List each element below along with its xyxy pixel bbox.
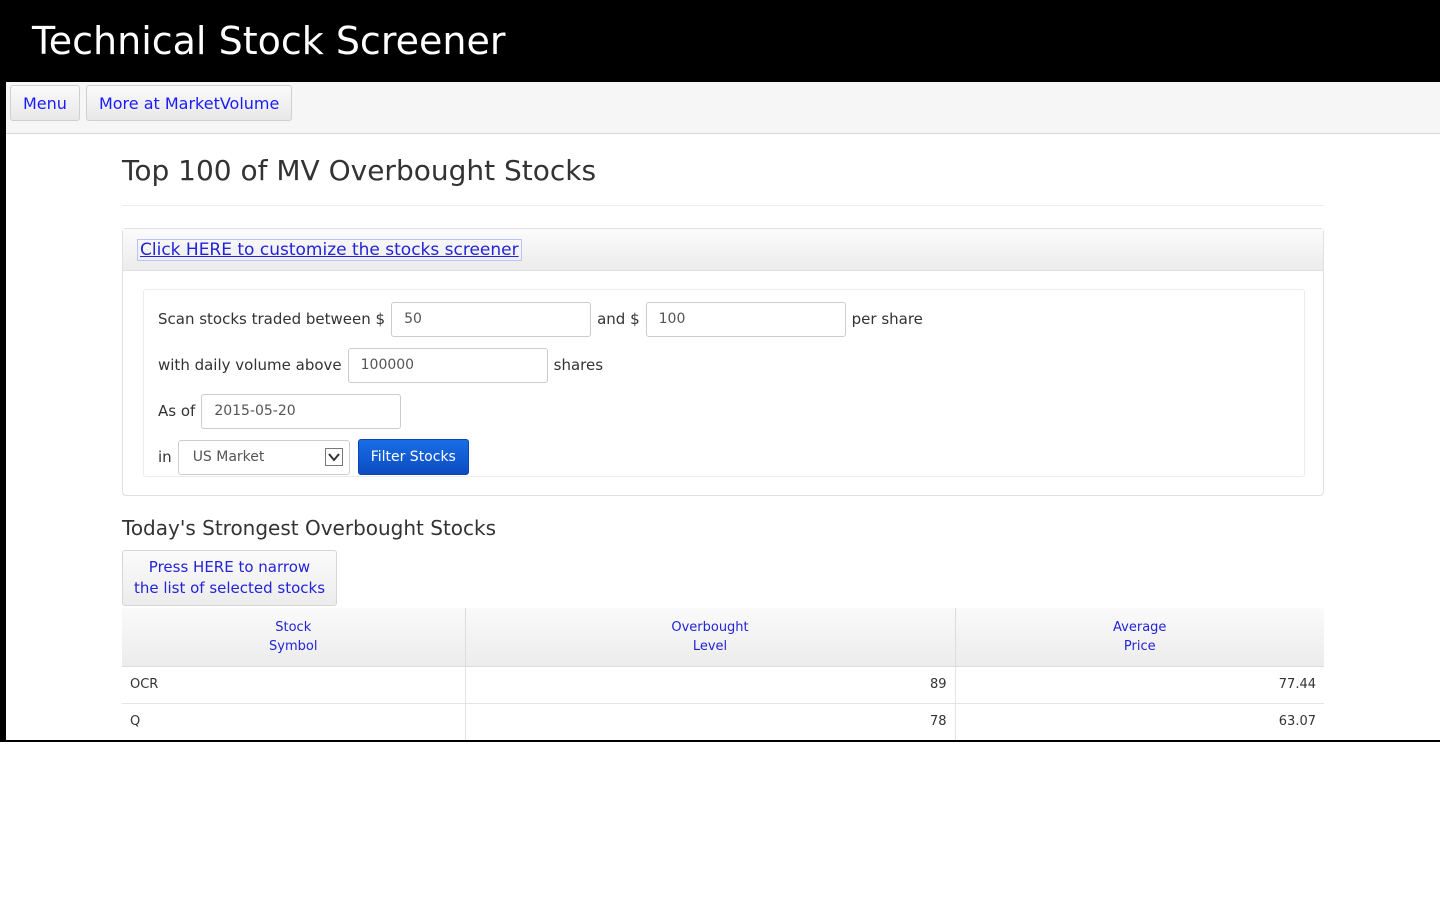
per-share-label: per share: [851, 310, 923, 328]
and-label: and $: [597, 310, 640, 328]
market-select-value: US Market: [192, 449, 265, 465]
volume-row: with daily volume above 100000 shares: [158, 342, 1304, 388]
results-title: Today's Strongest Overbought Stocks: [122, 516, 497, 540]
header-text: Average: [1113, 619, 1167, 635]
screener-form: Scan stocks traded between $ 50 and $ 10…: [143, 289, 1305, 477]
table-row[interactable]: OCR 89 77.44: [122, 666, 1324, 704]
header-text: Level: [692, 638, 728, 654]
market-select[interactable]: US Market: [177, 439, 350, 475]
symbol-cell: Q: [122, 703, 466, 740]
header-text: Symbol: [269, 638, 318, 654]
screener-panel: Click HERE to customize the stocks scree…: [122, 228, 1324, 496]
volume-label: with daily volume above: [158, 356, 342, 374]
price-cell: 63.07: [955, 703, 1324, 740]
chevron-down-icon: [324, 448, 343, 466]
filter-stocks-button[interactable]: Filter Stocks: [357, 439, 469, 475]
app-window: Technical Stock Screener Menu More at Ma…: [0, 0, 1440, 742]
column-header-price[interactable]: Average Price: [955, 608, 1324, 667]
title-bar: Technical Stock Screener: [0, 0, 1440, 82]
level-cell: 89: [465, 666, 956, 704]
scan-label: Scan stocks traded between $: [158, 310, 386, 328]
content-area: Menu More at MarketVolume Top 100 of MV …: [6, 82, 1440, 740]
table-row[interactable]: Q 78 63.07: [122, 703, 1324, 740]
menu-bar: Menu More at MarketVolume: [6, 82, 1440, 134]
more-at-marketvolume-button[interactable]: More at MarketVolume: [85, 85, 293, 121]
table-header-row: Stock Symbol Overbought Level Average Pr…: [122, 608, 1324, 667]
page-title: Top 100 of MV Overbought Stocks: [122, 154, 1324, 206]
panel-header: Click HERE to customize the stocks scree…: [123, 229, 1323, 271]
page-body: Top 100 of MV Overbought Stocks Click HE…: [122, 134, 1324, 740]
narrow-list-button[interactable]: Press HERE to narrow the list of selecte…: [122, 550, 337, 606]
symbol-cell: OCR: [122, 666, 466, 704]
shares-label: shares: [553, 356, 604, 374]
market-row: in US Market Filter Stocks: [158, 434, 1304, 480]
header-text: Overbought: [671, 619, 749, 635]
volume-input[interactable]: 100000: [347, 347, 548, 383]
header-text: Stock: [275, 619, 312, 635]
results-table: Stock Symbol Overbought Level Average Pr…: [122, 608, 1324, 740]
app-title: Technical Stock Screener: [32, 19, 506, 63]
price-range-row: Scan stocks traded between $ 50 and $ 10…: [158, 296, 1304, 342]
asof-label: As of: [158, 402, 196, 420]
header-text: Price: [1123, 638, 1156, 654]
price-cell: 77.44: [955, 666, 1324, 704]
customize-screener-link[interactable]: Click HERE to customize the stocks scree…: [137, 238, 522, 261]
level-cell: 78: [465, 703, 956, 740]
max-price-input[interactable]: 100: [645, 301, 846, 337]
narrow-line-1: Press HERE to narrow: [148, 558, 311, 576]
narrow-line-2: the list of selected stocks: [133, 579, 326, 597]
date-input[interactable]: 2015-05-20: [201, 393, 402, 429]
menu-button[interactable]: Menu: [10, 85, 80, 121]
date-row: As of 2015-05-20: [158, 388, 1304, 434]
min-price-input[interactable]: 50: [391, 301, 592, 337]
column-header-level[interactable]: Overbought Level: [465, 608, 956, 667]
in-label: in: [158, 448, 172, 466]
column-header-symbol[interactable]: Stock Symbol: [122, 608, 466, 667]
